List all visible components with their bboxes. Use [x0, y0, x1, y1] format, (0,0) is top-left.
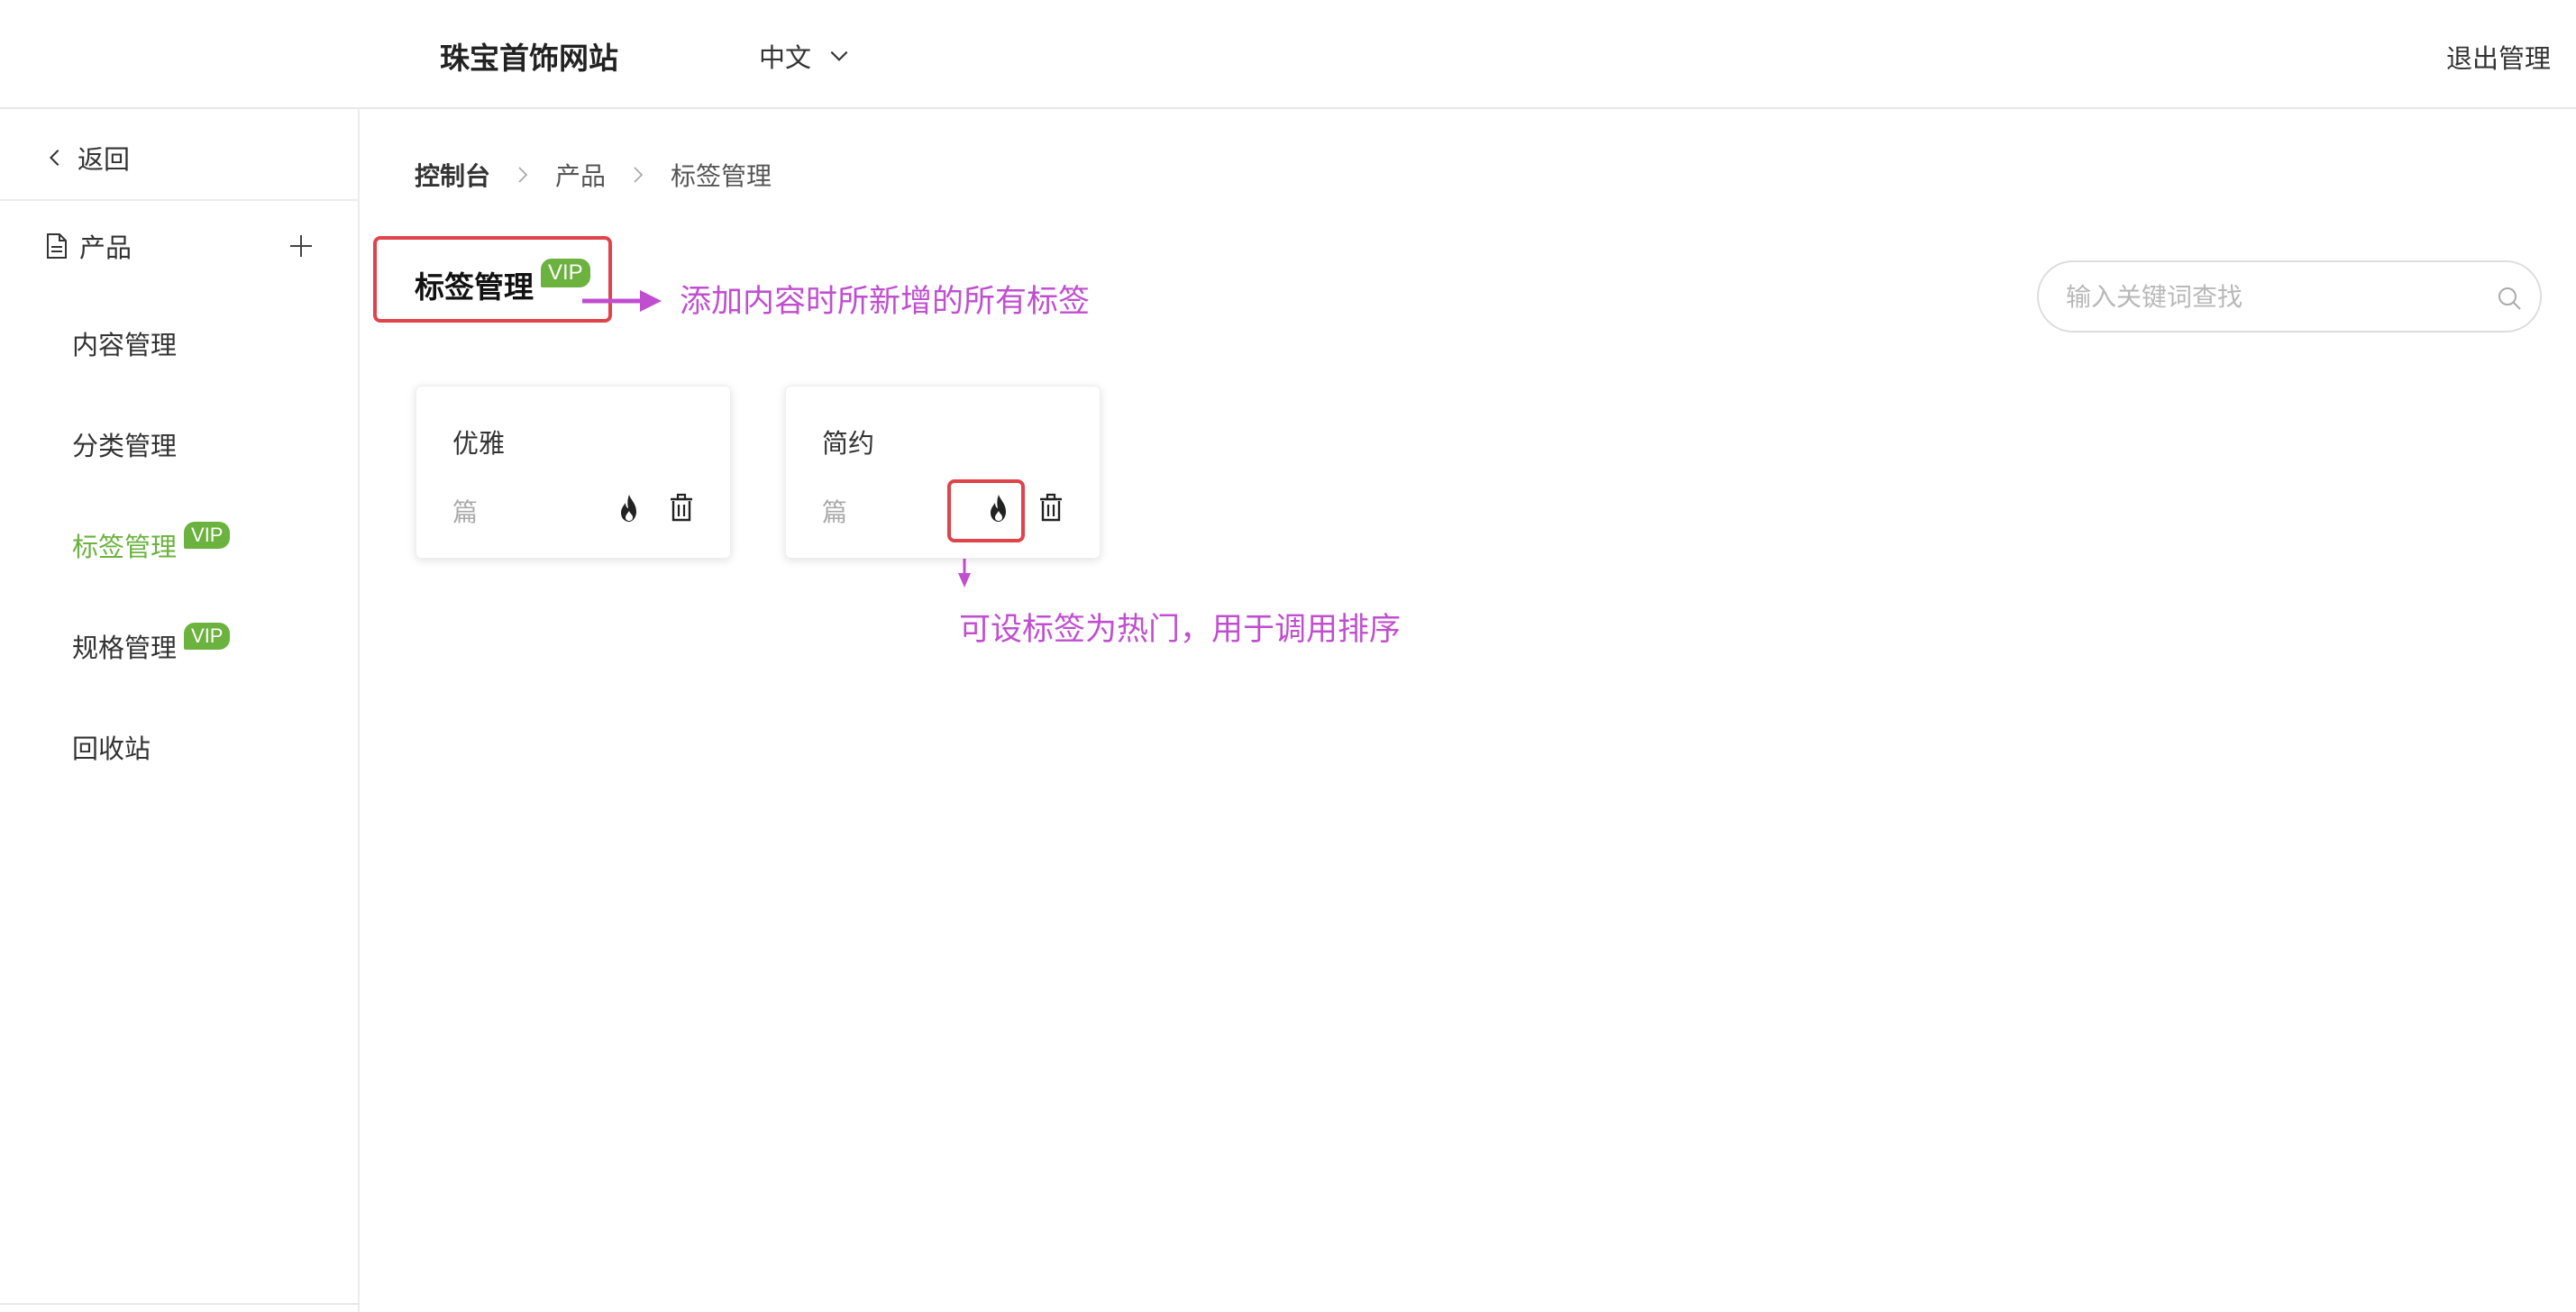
language-label: 中文: [759, 42, 812, 73]
sidebar-bottom-divider: [0, 1303, 360, 1305]
hot-annotation: 可设标签为热门，用于调用排序: [959, 612, 1402, 648]
sidebar-item-content[interactable]: 内容管理: [72, 322, 177, 365]
chevron-left-icon: [49, 150, 59, 166]
sidebar-item-label: 回收站: [72, 733, 151, 764]
sidebar-item-specs[interactable]: 规格管理 VIP: [72, 623, 231, 668]
sidebar: 返回 产品 内容管理 分类管理 标签管理 VIP 规格管理 VIP 回收站: [0, 109, 360, 1312]
hot-highlight-box: [947, 479, 1025, 542]
add-icon[interactable]: [287, 232, 315, 260]
vip-badge: VIP: [541, 259, 590, 287]
sidebar-item-tags[interactable]: 标签管理 VIP: [72, 522, 231, 567]
tag-count: 篇: [452, 497, 479, 527]
breadcrumb-products[interactable]: 产品: [555, 157, 606, 193]
search-input[interactable]: [2066, 275, 2480, 318]
tag-count: 篇: [822, 497, 848, 527]
breadcrumb-dashboard[interactable]: 控制台: [415, 157, 490, 193]
title-annotation: 添加内容时所新增的所有标签: [680, 284, 1091, 320]
sidebar-item-category[interactable]: 分类管理: [72, 423, 177, 466]
sidebar-item-label: 规格管理: [72, 633, 178, 663]
sidebar-section-label: 产品: [79, 232, 132, 263]
search-box: [2037, 260, 2542, 333]
tag-card[interactable]: 简约 篇: [785, 386, 1101, 559]
page-title-text: 标签管理: [415, 269, 534, 305]
document-icon: [47, 233, 67, 259]
sidebar-item-recycle-bin[interactable]: 回收站: [72, 725, 151, 769]
logout-button[interactable]: 退出管理: [2446, 38, 2551, 76]
sidebar-item-label: 标签管理: [72, 532, 178, 562]
page-title: 标签管理 VIP: [415, 258, 590, 312]
tag-card[interactable]: 优雅 篇: [416, 386, 731, 559]
top-header: 珠宝首饰网站 中文 退出管理: [0, 0, 2576, 109]
sidebar-section-products: 产品: [45, 224, 315, 268]
trash-icon[interactable]: [1037, 493, 1065, 524]
sidebar-item-label: 内容管理: [72, 330, 178, 360]
sidebar-item-label: 分类管理: [72, 431, 178, 461]
vip-badge: VIP: [184, 623, 231, 650]
chevron-down-icon: [830, 50, 848, 61]
tag-name: 简约: [822, 428, 875, 459]
back-label: 返回: [78, 144, 131, 175]
chevron-right-icon: [634, 167, 644, 183]
sidebar-divider: [0, 199, 358, 201]
site-title: 珠宝首饰网站: [440, 41, 618, 76]
chevron-right-icon: [518, 167, 528, 183]
language-select[interactable]: 中文: [759, 38, 851, 74]
vip-badge: VIP: [184, 522, 231, 549]
back-button[interactable]: 返回: [45, 136, 130, 179]
breadcrumb: 控制台 产品 标签管理: [415, 155, 772, 195]
search-icon[interactable]: [2497, 286, 2522, 311]
breadcrumb-current: 标签管理: [671, 161, 772, 191]
flame-icon[interactable]: [615, 493, 644, 524]
trash-icon[interactable]: [667, 493, 696, 524]
page: 珠宝首饰网站 中文 退出管理 返回 产品 内容管理 分类管理 标签管理 VIP …: [0, 0, 2576, 1312]
annotation-arrows: [582, 290, 971, 588]
tag-name: 优雅: [452, 428, 506, 459]
